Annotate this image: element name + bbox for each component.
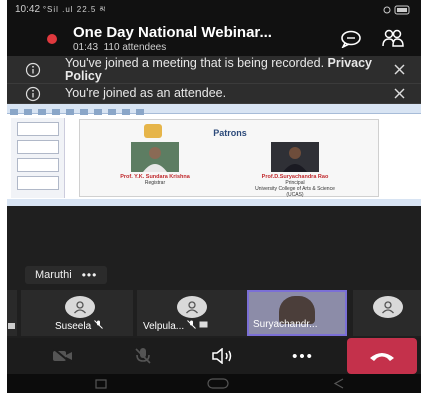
battery-icon <box>383 5 413 18</box>
info-icon <box>25 86 41 101</box>
speaker-button[interactable] <box>203 342 243 370</box>
avatar <box>65 296 95 318</box>
participant-tile[interactable]: Suseela <box>21 290 133 336</box>
patron-organization: University College of Arts & Science (UC… <box>255 186 335 198</box>
more-options-icon[interactable]: ••• <box>82 268 98 282</box>
people-icon <box>382 29 404 47</box>
slide-thumbnail <box>17 122 59 136</box>
meeting-controls-bar: ••• <box>7 338 421 374</box>
mic-off-icon <box>94 320 103 329</box>
home-icon <box>207 378 229 389</box>
home-button[interactable] <box>207 378 229 389</box>
participant-name: Velpula... <box>143 321 185 332</box>
participant-name: Suryachandr... <box>253 319 318 330</box>
recent-apps-button[interactable] <box>95 378 107 389</box>
patron-card: Prof. Y.K. Sundara Krishna Registrar <box>110 142 200 186</box>
participant-label: Velpula... <box>143 320 208 332</box>
attendee-notice-text: You're joined as an attendee. <box>65 86 227 100</box>
slide-thumbnail <box>17 158 59 172</box>
participant-strip: Suseela Velpula... Suryachandr... <box>7 290 421 336</box>
person-icon <box>74 301 86 314</box>
chat-button[interactable] <box>337 27 365 51</box>
mic-toggle-button[interactable] <box>123 342 163 370</box>
meeting-title-block[interactable]: One Day National Webinar... 01:43 110 at… <box>73 23 337 54</box>
mic-off-icon <box>187 320 196 329</box>
slide-thumbnail <box>17 140 59 154</box>
shared-screen[interactable]: Patrons Prof. Y.K. Sundara Krishna Regis… <box>7 104 421 206</box>
recording-indicator-icon <box>47 34 57 44</box>
recording-notice-banner: You've joined a meeting that is being re… <box>7 56 421 84</box>
speaker-icon <box>212 348 232 364</box>
patron-photo <box>271 142 319 172</box>
person-icon <box>382 301 394 314</box>
dismiss-attendee-banner-button[interactable] <box>387 86 411 102</box>
info-icon <box>25 62 41 77</box>
mic-off-icon <box>135 348 151 364</box>
participant-label: Suseela <box>55 320 103 332</box>
meeting-attendee-count: 110 attendees <box>103 41 167 53</box>
patron-card: Prof.D.Suryachandra Rao Principal Univer… <box>250 142 340 198</box>
slide-thumbnails-panel <box>11 118 65 198</box>
hang-up-icon <box>370 353 394 361</box>
person-icon <box>186 301 198 314</box>
patron-role: Registrar <box>144 180 166 186</box>
presentation-slide: Patrons Prof. Y.K. Sundara Krishna Regis… <box>79 119 379 198</box>
phone-screen: 10:42 °Sil .ul 22.5 མ One Day National W… <box>7 0 421 393</box>
recording-notice-text: You've joined a meeting that is being re… <box>65 55 387 83</box>
presentation-toolbar <box>7 104 421 115</box>
meeting-header: One Day National Webinar... 01:43 110 at… <box>7 22 421 56</box>
attendee-notice-banner: You're joined as an attendee. <box>7 84 421 104</box>
close-icon <box>394 88 404 99</box>
dismiss-recording-banner-button[interactable] <box>387 62 411 78</box>
slide-title: Patrons <box>213 128 247 138</box>
back-icon <box>333 378 344 389</box>
participant-tile[interactable] <box>353 290 421 336</box>
participant-name: Suseela <box>55 321 92 332</box>
chat-icon <box>341 30 361 48</box>
close-icon <box>394 64 404 75</box>
camera-toggle-button[interactable] <box>43 342 83 370</box>
participant-label: Suryachandr... <box>253 319 317 330</box>
device-icon <box>8 323 15 329</box>
status-time: 10:42 <box>15 3 41 15</box>
avatar <box>177 296 207 318</box>
avatar <box>373 296 403 318</box>
camera-off-icon <box>53 348 72 364</box>
active-speaker-name: Maruthi <box>35 269 72 281</box>
participant-video-tile[interactable]: Suryachandr... <box>247 290 347 336</box>
signal-indicators: °Sil .ul 22.5 མ <box>42 4 107 14</box>
meeting-elapsed-time: 01:43 <box>73 41 99 53</box>
status-bar: 10:42 °Sil .ul 22.5 མ <box>7 0 421 22</box>
participant-tile-partial[interactable] <box>7 290 17 336</box>
patron-photo <box>131 142 179 172</box>
participants-button[interactable] <box>379 27 407 51</box>
meeting-subtitle: 01:43 110 attendees <box>73 42 337 54</box>
more-actions-button[interactable]: ••• <box>283 342 323 370</box>
device-icon <box>199 321 208 328</box>
recent-apps-icon <box>95 378 107 389</box>
recording-notice-message: You've joined a meeting that is being re… <box>65 55 325 70</box>
participant-tile[interactable]: Velpula... <box>137 290 247 336</box>
back-button[interactable] <box>333 378 344 389</box>
meeting-title: One Day National Webinar... <box>73 23 272 41</box>
leave-call-button[interactable] <box>347 338 417 374</box>
system-navigation-bar <box>7 374 421 393</box>
slide-thumbnail <box>17 176 59 190</box>
active-speaker-tag[interactable]: Maruthi ••• <box>25 266 108 284</box>
presentation-status-bar <box>7 199 421 206</box>
